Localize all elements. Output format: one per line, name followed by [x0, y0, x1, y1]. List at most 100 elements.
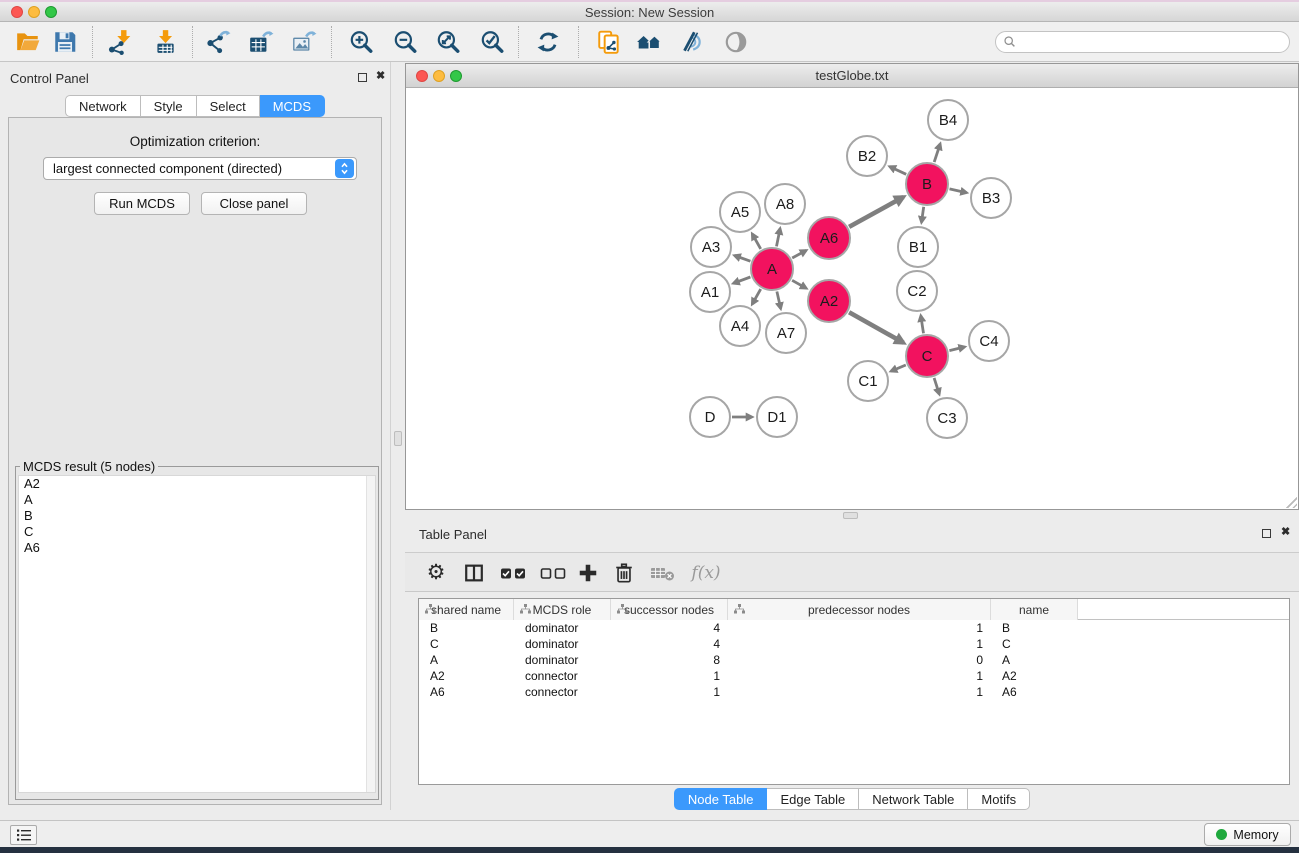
show-columns-button[interactable]: [461, 561, 487, 585]
network-window-titlebar[interactable]: testGlobe.txt: [406, 64, 1298, 88]
run-mcds-button[interactable]: Run MCDS: [94, 192, 190, 215]
table-row[interactable]: Cdominator41C: [419, 636, 1289, 652]
table-cell: 1: [728, 620, 991, 636]
delete-column-button[interactable]: [611, 561, 637, 585]
tab-mcds[interactable]: MCDS: [260, 95, 325, 117]
function-builder-button[interactable]: f(x): [688, 561, 724, 585]
node-table[interactable]: shared nameMCDS rolesuccessor nodesprede…: [418, 598, 1290, 785]
table-cell: A: [419, 652, 514, 668]
mcds-result-list[interactable]: A2ABCA6: [18, 475, 376, 793]
table-toolbar: ⚙ f(x): [405, 552, 1299, 592]
criterion-dropdown[interactable]: largest connected component (directed): [43, 157, 357, 180]
edge-A-A8[interactable]: [777, 229, 781, 247]
vertical-splitter-handle[interactable]: [394, 431, 402, 446]
edge-B-B1[interactable]: [922, 207, 924, 223]
column-header-MCDS-role[interactable]: MCDS role: [514, 599, 611, 620]
edge-A-A5[interactable]: [752, 234, 761, 249]
result-item-A6[interactable]: A6: [19, 540, 375, 556]
tab-edge-table[interactable]: Edge Table: [767, 788, 859, 810]
node-label-C3: C3: [937, 410, 956, 427]
tab-network[interactable]: Network: [65, 95, 141, 117]
save-session-button[interactable]: [50, 27, 80, 57]
result-item-A2[interactable]: A2: [19, 476, 375, 492]
scrollbar-track[interactable]: [366, 476, 375, 792]
edge-A-A3[interactable]: [735, 256, 751, 262]
sort-icon[interactable]: [425, 604, 436, 614]
toggle-graphics-details-button[interactable]: [676, 27, 706, 57]
edge-A-A2[interactable]: [792, 280, 806, 288]
create-column-button[interactable]: [575, 561, 601, 585]
network-canvas[interactable]: AA1A2A3A4A5A6A7A8BB1B2B3B4CC1C2C3C4DD1: [406, 88, 1298, 509]
edge-C-C1[interactable]: [891, 365, 906, 371]
edge-A-A1[interactable]: [733, 277, 750, 283]
column-header-name[interactable]: name: [991, 599, 1078, 620]
zoom-out-button[interactable]: [390, 27, 420, 57]
column-header-successor-nodes[interactable]: successor nodes: [611, 599, 728, 620]
sort-icon[interactable]: [734, 604, 745, 614]
horizontal-splitter-handle[interactable]: [843, 512, 858, 519]
table-row[interactable]: Adominator80A: [419, 652, 1289, 668]
sort-icon[interactable]: [520, 604, 531, 614]
checked-boxes-icon: [500, 566, 526, 581]
table-settings-button[interactable]: ⚙: [423, 561, 449, 585]
table-row[interactable]: A6connector11A6: [419, 684, 1289, 700]
deselect-all-button[interactable]: [538, 561, 568, 585]
duplicate-network-button[interactable]: [594, 27, 624, 57]
node-label-C1: C1: [858, 373, 877, 390]
tab-network-table[interactable]: Network Table: [859, 788, 968, 810]
refresh-layout-button[interactable]: [533, 27, 563, 57]
float-panel-icon[interactable]: [358, 73, 367, 82]
edge-A-A7[interactable]: [777, 292, 781, 309]
column-header-shared-name[interactable]: shared name: [419, 599, 514, 620]
edge-A2-C[interactable]: [849, 312, 903, 343]
home-first-neighbors-button[interactable]: [634, 27, 664, 57]
result-item-A[interactable]: A: [19, 492, 375, 508]
tab-select[interactable]: Select: [197, 95, 260, 117]
close-panel-icon[interactable]: ✖: [376, 72, 385, 81]
edge-B-B3[interactable]: [950, 189, 967, 193]
sort-icon[interactable]: [617, 604, 628, 614]
zoom-in-button[interactable]: [346, 27, 376, 57]
table-cell: 1: [611, 668, 728, 684]
table-row[interactable]: A2connector11A2: [419, 668, 1289, 684]
edge-A6-B[interactable]: [849, 197, 903, 227]
node-label-D1: D1: [767, 409, 786, 426]
search-input[interactable]: [995, 31, 1290, 53]
delete-table-button[interactable]: [648, 561, 678, 585]
export-image-button[interactable]: [289, 27, 319, 57]
close-table-panel-icon[interactable]: ✖: [1281, 528, 1290, 537]
edge-B-B4[interactable]: [934, 144, 940, 162]
float-table-panel-icon[interactable]: [1262, 529, 1271, 538]
zoom-selected-icon: [479, 29, 505, 55]
zoom-selected-button[interactable]: [477, 27, 507, 57]
node-label-B3: B3: [982, 190, 1000, 207]
criterion-value: largest connected component (directed): [44, 161, 335, 176]
table-panel: Table Panel ✖ ⚙ f(x): [405, 520, 1299, 815]
edge-A-A6[interactable]: [792, 250, 806, 258]
bird-eye-view-button[interactable]: [721, 27, 751, 57]
edge-B-B2[interactable]: [890, 167, 907, 175]
tab-style[interactable]: Style: [141, 95, 197, 117]
table-row[interactable]: Bdominator41B: [419, 620, 1289, 636]
select-all-button[interactable]: [498, 561, 528, 585]
column-header-predecessor-nodes[interactable]: predecessor nodes: [728, 599, 991, 620]
import-network-button[interactable]: [105, 27, 135, 57]
show-panels-button[interactable]: [10, 825, 37, 845]
table-cell: A6: [419, 684, 514, 700]
export-table-button[interactable]: [246, 27, 276, 57]
result-item-C[interactable]: C: [19, 524, 375, 540]
import-table-button[interactable]: [150, 27, 180, 57]
export-network-button[interactable]: [203, 27, 233, 57]
result-item-B[interactable]: B: [19, 508, 375, 524]
edge-A-A4[interactable]: [752, 289, 761, 304]
edge-C-C2[interactable]: [921, 316, 924, 334]
open-session-button[interactable]: [13, 27, 43, 57]
tab-node-table[interactable]: Node Table: [674, 788, 768, 810]
close-panel-button[interactable]: Close panel: [201, 192, 307, 215]
edge-C-C4[interactable]: [949, 347, 964, 351]
zoom-fit-button[interactable]: [433, 27, 463, 57]
memory-button[interactable]: Memory: [1204, 823, 1291, 846]
tab-motifs[interactable]: Motifs: [968, 788, 1030, 810]
toolbar-separator: [518, 26, 519, 58]
edge-C-C3[interactable]: [934, 378, 939, 394]
